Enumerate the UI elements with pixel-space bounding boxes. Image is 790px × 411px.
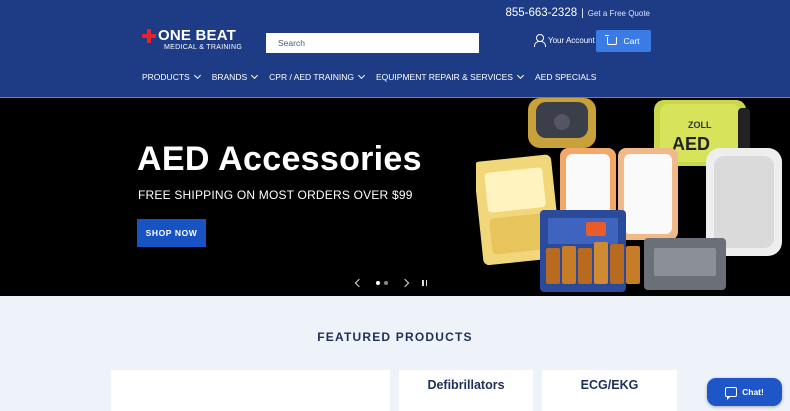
account-link[interactable]: Your Account — [534, 34, 595, 47]
carousel-controls — [354, 278, 427, 288]
carousel-dot[interactable] — [384, 281, 388, 285]
separator: | — [581, 7, 584, 19]
chevron-left-icon[interactable] — [354, 278, 364, 288]
card-label: Defibrillators — [427, 378, 505, 392]
cart-label: Cart — [623, 36, 640, 46]
featured-card[interactable] — [111, 370, 390, 411]
chevron-down-icon — [193, 71, 201, 80]
nav-products[interactable]: PRODUCTS — [142, 71, 201, 82]
chevron-down-icon — [251, 71, 259, 80]
medical-cross-icon — [142, 28, 156, 43]
chat-button[interactable]: Chat! — [707, 378, 782, 406]
cart-icon — [605, 35, 618, 45]
top-contact-bar: 855-663-2328 | Get a Free Quote — [506, 7, 651, 19]
hero-banner: ZOLL AED AED Accessories FREE SHIPPING O… — [0, 97, 790, 296]
main-nav: PRODUCTS BRANDS CPR / AED TRAINING EQUIP… — [142, 71, 596, 82]
shop-now-button[interactable]: SHOP NOW — [137, 219, 206, 247]
nav-aed-specials[interactable]: AED SPECIALS — [535, 72, 596, 82]
hero-title: AED Accessories — [137, 140, 422, 178]
user-icon — [534, 34, 546, 47]
nav-label: BRANDS — [211, 72, 248, 82]
carousel-dot[interactable] — [376, 281, 380, 285]
carousel-dots — [376, 281, 388, 285]
nav-label: AED SPECIALS — [534, 72, 597, 82]
hero-subtitle: FREE SHIPPING ON MOST ORDERS OVER $99 — [138, 188, 413, 202]
logo-text: ONE BEAT — [158, 27, 236, 44]
featured-card-ecg-ekg[interactable]: ECG/EKG — [542, 370, 677, 411]
chevron-down-icon — [516, 71, 525, 80]
nav-brands[interactable]: BRANDS — [211, 71, 259, 82]
aed-accessories-product-image: ZOLL AED — [476, 98, 782, 292]
logo-subtext: MEDICAL & TRAINING — [164, 44, 243, 51]
card-label: ECG/EKG — [580, 378, 639, 392]
search-input[interactable] — [266, 33, 479, 53]
nav-equipment-repair[interactable]: EQUIPMENT REPAIR & SERVICES — [376, 71, 525, 82]
chevron-down-icon — [357, 71, 366, 80]
chat-bubble-icon — [725, 387, 738, 400]
featured-products-heading: FEATURED PRODUCTS — [317, 330, 473, 344]
nav-label: EQUIPMENT REPAIR & SERVICES — [376, 72, 513, 82]
account-label: Your Account — [548, 35, 595, 45]
site-header: 855-663-2328 | Get a Free Quote ONE BEAT… — [0, 0, 790, 97]
phone-link[interactable]: 855-663-2328 — [506, 7, 578, 19]
nav-label: PRODUCTS — [142, 72, 190, 82]
nav-label: CPR / AED TRAINING — [269, 72, 354, 82]
pause-icon[interactable] — [422, 280, 427, 286]
chat-label: Chat! — [742, 387, 764, 397]
cart-button[interactable]: Cart — [596, 30, 651, 52]
featured-card-defibrillators[interactable]: Defibrillators — [399, 370, 533, 411]
chevron-right-icon[interactable] — [400, 278, 410, 288]
aed-label: AED — [672, 134, 710, 154]
zoll-label: ZOLL — [688, 120, 712, 130]
logo[interactable]: ONE BEAT MEDICAL & TRAINING — [142, 27, 242, 51]
free-quote-link[interactable]: Get a Free Quote — [588, 9, 650, 18]
nav-cpr-aed-training[interactable]: CPR / AED TRAINING — [269, 71, 366, 82]
